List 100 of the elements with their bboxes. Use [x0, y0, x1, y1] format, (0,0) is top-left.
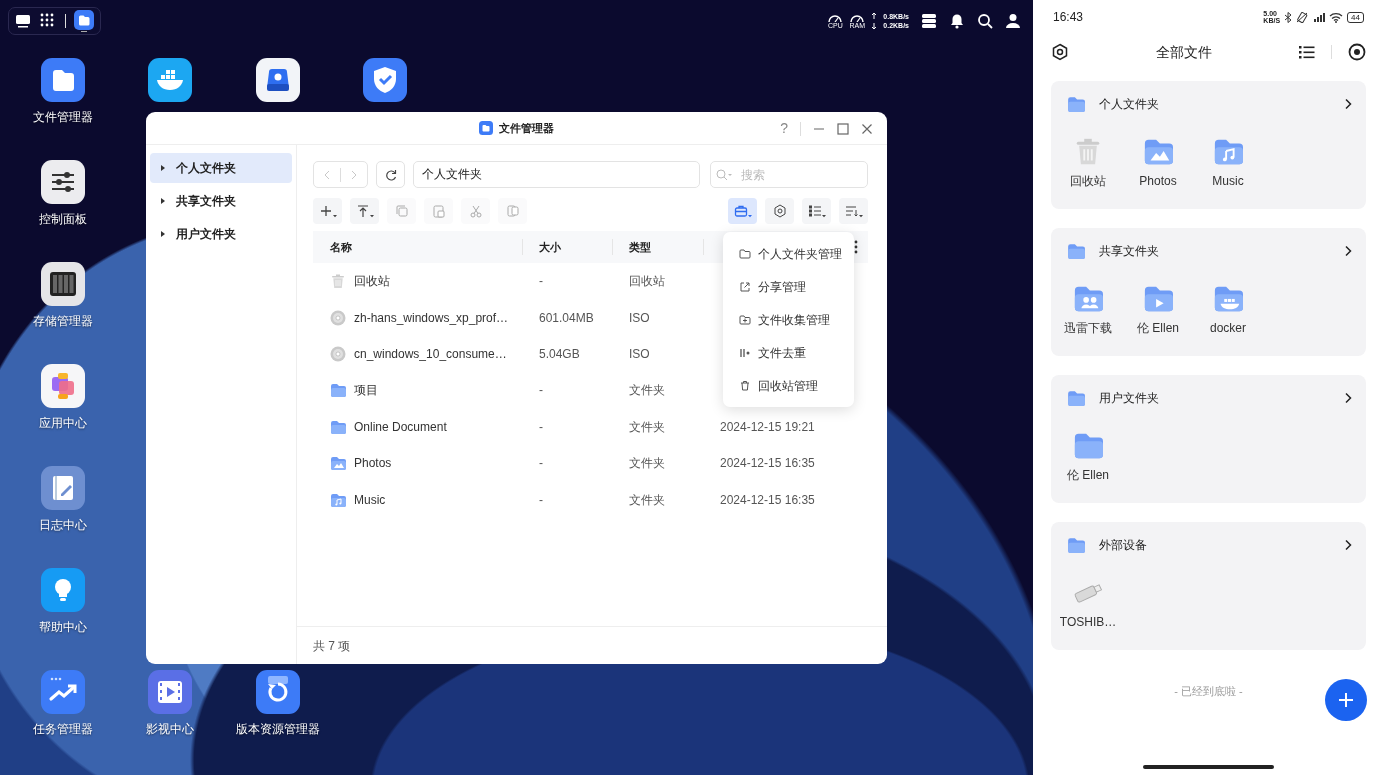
folder-icon	[1067, 536, 1085, 554]
column-header[interactable]: 名称	[330, 240, 352, 253]
disc-icon	[330, 345, 346, 362]
notebook-app-icon[interactable]	[41, 466, 85, 510]
help-button[interactable]: ?	[780, 118, 788, 139]
briefcase-icon	[733, 204, 752, 218]
menu-item[interactable]: 文件去重	[723, 336, 854, 369]
file-type: 回收站	[629, 274, 665, 289]
column-header[interactable]: 类型	[629, 240, 651, 253]
user-icon[interactable]	[1005, 13, 1021, 29]
storage-app-icon[interactable]	[41, 262, 85, 306]
sidebar-item[interactable]: 用户文件夹	[150, 219, 292, 249]
file-type: ISO	[629, 310, 650, 325]
settings-button[interactable]	[765, 198, 794, 224]
item-count: 共 7 项	[313, 637, 351, 655]
modified-date: 2024-12-15 19:21	[720, 419, 815, 434]
chevron-right-icon[interactable]	[1344, 392, 1352, 404]
folder-inbox-icon	[739, 313, 751, 326]
folder-icon	[1067, 389, 1085, 407]
folder-item[interactable]: docker	[1193, 283, 1263, 337]
list-view-icon	[807, 204, 826, 218]
path-field[interactable]: 个人文件夹	[413, 161, 700, 188]
shield-app-icon[interactable]	[363, 58, 407, 102]
search-icon	[716, 169, 732, 181]
folder-item[interactable]: Music	[1193, 136, 1263, 190]
plus-icon	[318, 204, 337, 218]
battery-level: 44	[1347, 11, 1364, 23]
folder-icon	[330, 382, 346, 399]
sidebar-item[interactable]: 共享文件夹	[150, 186, 292, 216]
search-field[interactable]: 搜索	[710, 161, 868, 188]
chevron-right-icon[interactable]	[1344, 98, 1352, 110]
card-title[interactable]: 个人文件夹	[1099, 95, 1330, 113]
folder-item[interactable]: 伦 Ellen	[1123, 283, 1193, 337]
file-type: 文件夹	[629, 383, 665, 398]
file-name: zh-hans_windows_xp_prof…	[354, 309, 509, 327]
search-icon[interactable]	[977, 13, 993, 29]
sliders-app-icon[interactable]	[41, 160, 85, 204]
card-title[interactable]: 共享文件夹	[1099, 242, 1330, 260]
folder-item[interactable]: 伦 Ellen	[1053, 430, 1123, 484]
chevron-right-icon[interactable]	[1344, 245, 1352, 257]
maximize-icon[interactable]	[837, 122, 849, 135]
app-store-icon[interactable]	[41, 364, 85, 408]
folder-item[interactable]: 迅雷下载	[1053, 283, 1123, 337]
app-label: 文件管理器	[33, 109, 93, 126]
close-icon[interactable]	[861, 122, 873, 135]
app-label: 存储管理器	[33, 313, 93, 330]
window-title: 文件管理器	[499, 120, 554, 136]
app-label: 应用中心	[39, 415, 87, 432]
columns-dot-icon	[739, 346, 751, 359]
folder-icon	[1067, 242, 1085, 260]
folder-icon	[1067, 95, 1085, 113]
app-label: 日志中心	[39, 517, 87, 534]
menu-item[interactable]: 分享管理	[723, 270, 854, 303]
card-title[interactable]: 外部设备	[1099, 536, 1330, 554]
more-icon[interactable]	[854, 240, 858, 254]
restore-folder-app-icon[interactable]	[256, 670, 300, 714]
list-icon[interactable]	[1299, 45, 1315, 59]
app-label: 影视中心	[146, 721, 194, 738]
app-label: 控制面板	[39, 211, 87, 228]
target-icon[interactable]	[1348, 43, 1366, 61]
sort-button[interactable]	[839, 198, 868, 224]
menu-item[interactable]: 文件收集管理	[723, 303, 854, 336]
folder-item[interactable]: 回收站	[1053, 136, 1123, 190]
file-type: 文件夹	[629, 419, 665, 434]
plus-button[interactable]	[313, 198, 342, 224]
list-view-button[interactable]	[802, 198, 831, 224]
folder-item[interactable]: TOSHIB…	[1053, 577, 1123, 631]
column-header[interactable]: 大小	[539, 240, 561, 253]
folder-app-icon	[479, 121, 493, 135]
refresh-button[interactable]	[376, 161, 405, 188]
sidebar-item[interactable]: 个人文件夹	[150, 153, 292, 183]
add-button[interactable]	[1325, 679, 1367, 721]
menu-item[interactable]: 个人文件夹管理	[723, 237, 854, 270]
film-app-icon[interactable]	[148, 670, 192, 714]
card-title[interactable]: 用户文件夹	[1099, 389, 1330, 407]
menu-item[interactable]: 回收站管理	[723, 369, 854, 402]
caret-right-icon	[160, 164, 166, 172]
chart-app-icon[interactable]	[41, 670, 85, 714]
file-size: 601.04MB	[539, 310, 594, 325]
trash-outline-icon	[739, 379, 751, 392]
app-label: 帮助中心	[39, 619, 87, 636]
lightbulb-app-icon[interactable]	[41, 568, 85, 612]
bell-icon[interactable]	[949, 13, 965, 29]
upload-button[interactable]	[350, 198, 379, 224]
folder-app-icon[interactable]	[41, 58, 85, 102]
share-icon	[739, 280, 751, 293]
settings-icon[interactable]	[1051, 43, 1069, 61]
monitor-icon[interactable]	[15, 14, 31, 28]
image-folder-icon	[330, 455, 346, 472]
refresh-icon	[384, 168, 397, 181]
drive-app-icon[interactable]	[256, 58, 300, 102]
chevron-right-icon[interactable]	[1344, 539, 1352, 551]
server-icon[interactable]	[921, 13, 937, 29]
folder-outline-icon	[739, 247, 751, 260]
folder-item[interactable]: Photos	[1123, 136, 1193, 190]
folder-app-icon[interactable]	[74, 10, 94, 32]
file-name: Photos	[354, 455, 392, 473]
bluetooth-icon	[1284, 11, 1293, 23]
briefcase-button[interactable]	[728, 198, 757, 224]
whale-app-icon[interactable]	[148, 58, 192, 102]
